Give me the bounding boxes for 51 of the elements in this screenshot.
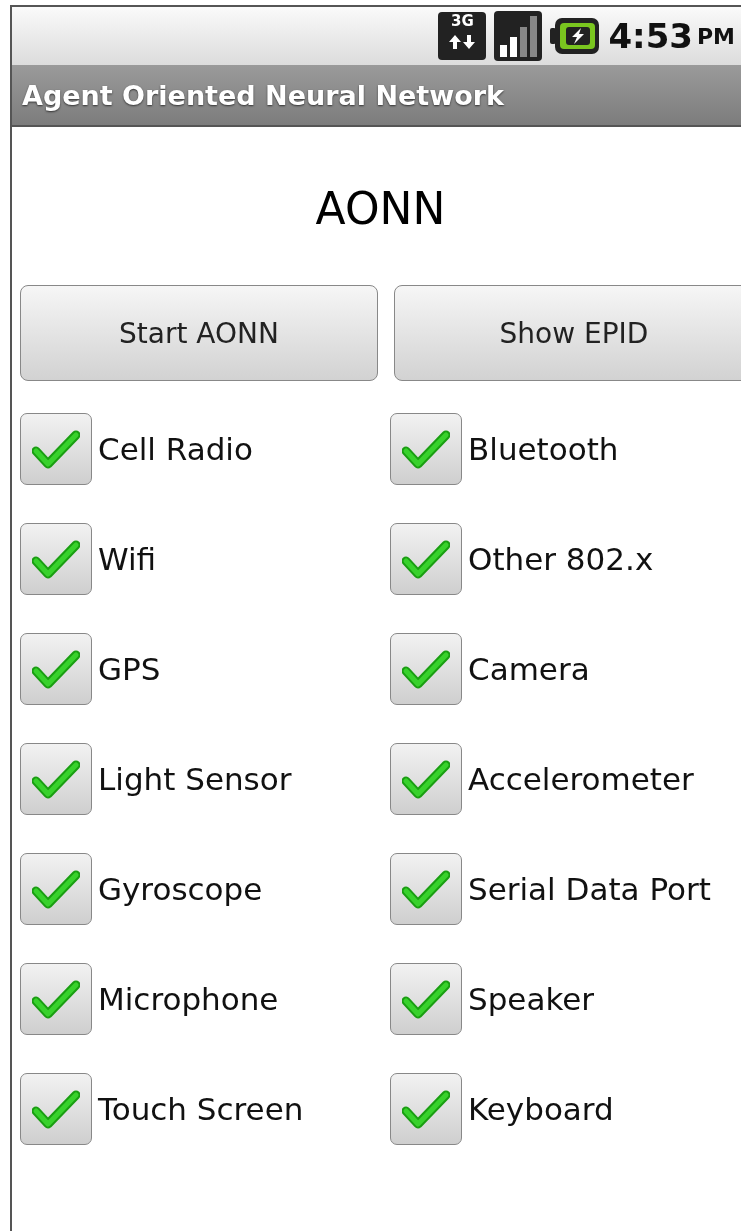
checkmark-icon — [402, 869, 450, 909]
checkbox-label: Gyroscope — [98, 871, 263, 907]
checkbox[interactable] — [390, 523, 462, 595]
checkbox-label: Serial Data Port — [468, 871, 711, 907]
app-title: Agent Oriented Neural Network — [22, 79, 504, 111]
clock-time: 4:53 — [608, 16, 693, 56]
checkmark-icon — [32, 979, 80, 1019]
checkbox-label: Touch Screen — [98, 1091, 304, 1127]
checkbox[interactable] — [390, 963, 462, 1035]
checkmark-icon — [402, 979, 450, 1019]
checkbox-label: Light Sensor — [98, 761, 292, 797]
checkbox[interactable] — [20, 963, 92, 1035]
signal-icon — [494, 11, 543, 61]
checkbox-label: Camera — [468, 651, 590, 687]
checkmark-icon — [402, 759, 450, 799]
checkbox-label: Keyboard — [468, 1091, 614, 1127]
checkbox[interactable] — [390, 853, 462, 925]
action-button[interactable]: Start AONN — [20, 285, 378, 381]
checkbox[interactable] — [390, 413, 462, 485]
checkmark-icon — [32, 1089, 80, 1129]
checkmark-icon — [32, 539, 80, 579]
checkbox[interactable] — [390, 1073, 462, 1145]
checkbox-label: GPS — [98, 651, 161, 687]
checkbox-label: Microphone — [98, 981, 279, 1017]
checkbox-label: Other 802.x — [468, 541, 654, 577]
network-3g-icon: 3G — [438, 12, 487, 60]
checkbox[interactable] — [20, 1073, 92, 1145]
checkbox[interactable] — [20, 633, 92, 705]
checkmark-icon — [402, 539, 450, 579]
checkmark-icon — [402, 429, 450, 469]
checkmark-icon — [402, 649, 450, 689]
checkbox-label: Speaker — [468, 981, 595, 1017]
checkbox-label: Cell Radio — [98, 431, 253, 467]
checkmark-icon — [32, 649, 80, 689]
checkbox[interactable] — [20, 853, 92, 925]
checkmark-icon — [402, 1089, 450, 1129]
checkbox-label: Accelerometer — [468, 761, 694, 797]
clock-ampm: PM — [696, 23, 735, 49]
checkbox[interactable] — [20, 413, 92, 485]
checkmark-icon — [32, 759, 80, 799]
checkbox-label: Bluetooth — [468, 431, 619, 467]
checkbox[interactable] — [20, 743, 92, 815]
checkbox[interactable] — [390, 633, 462, 705]
checkbox[interactable] — [20, 523, 92, 595]
checkmark-icon — [32, 429, 80, 469]
checkmark-icon — [32, 869, 80, 909]
action-button[interactable]: Show EPID — [394, 285, 741, 381]
checkbox-label: Wifi — [98, 541, 157, 577]
heading: AONN — [315, 183, 446, 234]
battery-charging-icon — [550, 16, 601, 56]
checkbox[interactable] — [390, 743, 462, 815]
